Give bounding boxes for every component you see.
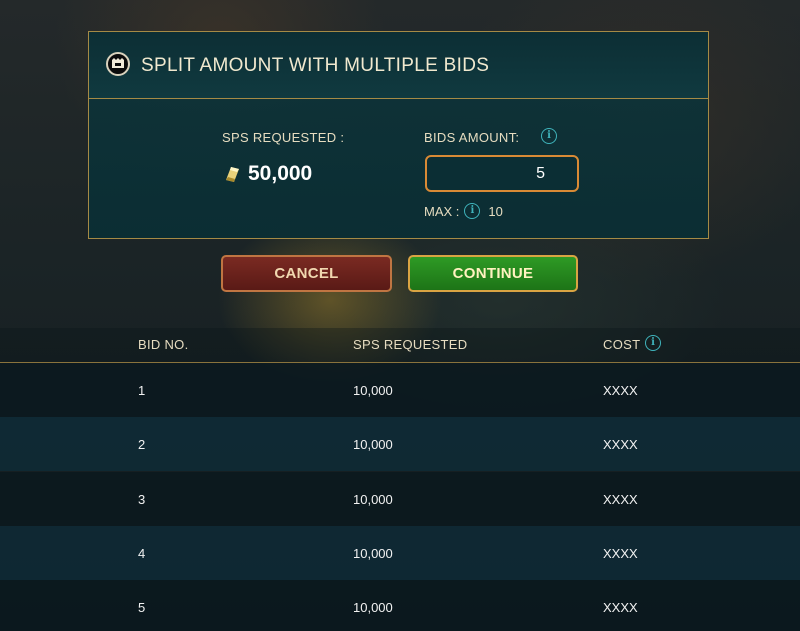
continue-button[interactable]: CONTINUE [408,255,578,292]
header-sps-requested: SPS REQUESTED [353,337,468,352]
bid-sps: 10,000 [353,546,393,561]
split-bids-modal: SPLIT AMOUNT WITH MULTIPLE BIDS SPS REQU… [88,31,709,239]
info-icon[interactable]: i [541,128,557,144]
bid-number: 1 [138,383,146,398]
table-row: 5 10,000 XXXX [0,580,800,631]
bid-sps: 10,000 [353,600,393,615]
sps-requested-value: 50,000 [248,162,313,185]
table-row: 4 10,000 XXXX [0,526,800,580]
bids-table-header: BID NO. SPS REQUESTED COST [0,328,800,363]
header-bid-no: BID NO. [138,337,189,352]
splinterlands-logo-icon [106,52,130,76]
bid-number: 4 [138,546,146,561]
bid-cost: XXXX [603,546,638,561]
info-icon[interactable]: i [464,203,481,219]
bids-amount-input[interactable] [425,155,579,192]
bid-cost: XXXX [603,492,638,507]
max-value: 10 [488,203,503,219]
bid-number: 3 [138,492,146,507]
sps-requested-label: SPS REQUESTED : [222,130,345,145]
modal-header: SPLIT AMOUNT WITH MULTIPLE BIDS [89,32,708,99]
sps-requested-amount: 50,000 [222,162,312,186]
bid-sps: 10,000 [353,437,393,452]
modal-title: SPLIT AMOUNT WITH MULTIPLE BIDS [141,55,490,76]
bid-cost: XXXX [603,437,638,452]
table-row: 1 10,000 XXXX [0,363,800,417]
bid-number: 2 [138,437,146,452]
cost-info-icon[interactable]: i [645,335,661,351]
header-cost: COST [603,337,641,352]
cancel-button[interactable]: CANCEL [221,255,392,292]
bid-cost: XXXX [603,383,638,398]
sps-coin-icon [226,167,239,182]
bid-sps: 10,000 [353,383,393,398]
max-label: MAX : [424,203,460,219]
bid-cost: XXXX [603,600,638,615]
bid-number: 5 [138,600,146,615]
max-bids-row: MAX : i 10 [424,203,503,219]
bids-amount-label: BIDS AMOUNT: [424,130,520,145]
bid-sps: 10,000 [353,492,393,507]
table-row: 3 10,000 XXXX [0,472,800,526]
table-row: 2 10,000 XXXX [0,417,800,471]
